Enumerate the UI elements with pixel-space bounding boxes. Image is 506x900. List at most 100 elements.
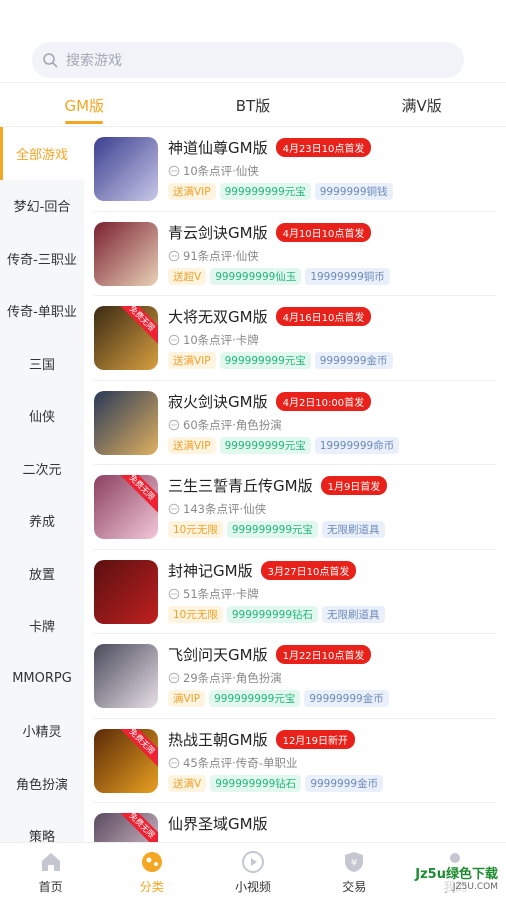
game-meta-text: 91条点评·仙侠 (183, 248, 259, 263)
search-input[interactable]: 搜索游戏 (32, 42, 464, 78)
game-title-row: 寂火剑诀GM版 4月2日10:00首发 (168, 391, 372, 412)
svg-text:¥: ¥ (351, 858, 357, 869)
nav-video[interactable]: 小视频 (202, 843, 303, 900)
search-placeholder: 搜索游戏 (66, 53, 122, 69)
release-badge: 12月19日新开 (275, 729, 356, 749)
divider (0, 82, 506, 83)
comment-icon (168, 250, 180, 261)
sidebar-item[interactable]: MMORPG (0, 652, 84, 705)
game-tag: 999999999仙玉 (210, 267, 302, 285)
game-name: 热战王朝GM版 (168, 730, 268, 749)
game-tag: 9999999铜钱 (314, 183, 393, 200)
game-name: 三生三誓青丘传GM版 (168, 477, 313, 495)
game-tag: 999999999元宝 (209, 690, 301, 707)
game-thumbnail[interactable] (94, 390, 158, 455)
sidebar-item[interactable]: 传奇-单职业 (0, 285, 84, 338)
sidebar-item[interactable]: 卡牌 (0, 600, 84, 653)
game-meta-text: 29条点评·角色扮演 (183, 671, 282, 685)
sidebar-item[interactable]: 养成 (0, 495, 84, 548)
nav-trade[interactable]: ¥ 交易 (304, 843, 405, 900)
game-thumbnail[interactable]: 免费无限 (94, 306, 158, 370)
game-row[interactable]: 免费无限 仙界圣域GM版 (94, 803, 496, 842)
game-tag: 无限刷道具 (322, 605, 385, 623)
watermark-main: Jz5u绿色下载 (415, 867, 498, 882)
sidebar-item[interactable]: 全部游戏 (0, 127, 84, 180)
sidebar-item[interactable]: 传奇-三职业 (0, 232, 84, 285)
release-badge: 4月16日10点首发 (275, 307, 372, 326)
video-icon (242, 850, 264, 873)
release-badge: 3月27日10点首发 (260, 560, 357, 580)
game-meta-text: 10条点评·卡牌 (183, 333, 259, 347)
game-row[interactable]: 飞剑问天GM版 1月22日10点首发 29条点评·角色扮演满VIP 999999999… (94, 634, 496, 719)
sidebar-item[interactable]: 仙侠 (0, 390, 84, 443)
release-badge: 1月9日首发 (320, 476, 388, 495)
nav-category-label: 分类 (139, 879, 164, 894)
game-thumbnail[interactable] (94, 221, 158, 286)
game-row[interactable]: 青云剑诀GM版 4月10日10点首发 91条点评·仙侠 送超V 999999999仙玉 1… (94, 212, 496, 296)
nav-home-label: 首页 (38, 879, 63, 894)
game-thumbnail[interactable] (94, 137, 158, 201)
thumbnail-ribbon: 免费无限 (116, 306, 158, 345)
game-meta: 45条点评·传奇-单职业 (168, 755, 297, 771)
game-tags: 送满VIP 999999999元宝 19999999命币 (168, 436, 400, 454)
game-title-row: 封神记GM版 3月27日10点首发 (168, 560, 357, 581)
game-meta-text: 45条点评·传奇-单职业 (183, 755, 298, 770)
game-tags: 送满VIP 999999999元宝 9999999金币 (168, 352, 393, 369)
game-tag: 满VIP (168, 690, 206, 707)
game-row[interactable]: 免费无限 热战王朝GM版 12月19日新开 45条点评·传奇-单职业送满V 999999… (94, 719, 496, 803)
game-row[interactable]: 免费无限 三生三誓青丘传GM版 1月9日首发 143条点评·仙侠 10元无限 999999… (94, 465, 496, 550)
sidebar-item[interactable]: 角色扮演 (0, 757, 84, 810)
game-title-row: 大将无双GM版 4月16日10点首发 (168, 306, 372, 327)
sidebar-item[interactable]: 梦幻-回合 (0, 180, 84, 233)
game-row[interactable]: 神道仙尊GM版 4月23日10点首发 10条点评·仙侠 送满VIP 999999999元… (94, 127, 496, 212)
game-thumbnail[interactable]: 免费无限 (94, 813, 158, 842)
tab-manv[interactable]: 满V版 (337, 84, 506, 126)
game-tags: 送满V 999999999钻石 9999999金币 (168, 774, 384, 792)
game-thumbnail[interactable] (94, 559, 158, 624)
trade-icon: ¥ (345, 851, 364, 872)
game-meta-text: 143条点评·仙侠 (183, 502, 267, 516)
game-tag: 999999999元宝 (219, 436, 311, 454)
sidebar-item[interactable]: 放置 (0, 547, 84, 600)
thumbnail-ribbon: 免费无限 (116, 813, 158, 842)
comment-icon (168, 419, 180, 430)
watermark-sub: JZ5U.COM (452, 882, 498, 892)
game-thumbnail[interactable]: 免费无限 (94, 728, 158, 793)
watermark: Jz5u绿色下载 JZ5U.COM (413, 863, 500, 892)
search-icon (43, 53, 58, 68)
comment-icon (168, 334, 180, 346)
game-tag: 19999999命币 (314, 436, 400, 454)
game-title-row: 仙界圣域GM版 (168, 813, 268, 834)
nav-home[interactable]: 首页 (0, 843, 101, 900)
game-tags: 送满VIP 999999999元宝 9999999铜钱 (168, 183, 393, 200)
tab-bt[interactable]: BT版 (169, 84, 338, 126)
sidebar-item[interactable]: 二次元 (0, 442, 84, 495)
game-tag: 无限刷道具 (322, 521, 385, 538)
game-title-row: 三生三誓青丘传GM版 1月9日首发 (168, 475, 388, 496)
game-row[interactable]: 封神记GM版 3月27日10点首发 51条点评·卡牌 10元无限 999999999钻石… (94, 550, 496, 634)
game-meta-text: 51条点评·卡牌 (183, 586, 259, 601)
game-tag: 送满V (168, 774, 207, 792)
nav-category[interactable]: 分类 (101, 843, 202, 900)
comment-icon (168, 672, 180, 684)
game-title-row: 飞剑问天GM版 1月22日10点首发 (168, 644, 372, 665)
sidebar-item[interactable]: 小精灵 (0, 705, 84, 758)
game-row[interactable]: 免费无限 大将无双GM版 4月16日10点首发 10条点评·卡牌送满VIP 999999… (94, 296, 496, 381)
game-tag: 999999999元宝 (219, 183, 311, 200)
game-name: 仙界圣域GM版 (168, 815, 268, 833)
comment-icon (168, 588, 180, 599)
game-tag: 送满VIP (168, 183, 216, 200)
game-row[interactable]: 寂火剑诀GM版 4月2日10:00首发 60条点评·角色扮演 送满VIP 9999999… (94, 381, 496, 465)
tab-gm[interactable]: GM版 (0, 84, 169, 126)
game-meta: 10条点评·仙侠 (168, 163, 259, 179)
sidebar-item[interactable]: 三国 (0, 337, 84, 390)
game-meta: 143条点评·仙侠 (168, 501, 266, 517)
game-meta: 51条点评·卡牌 (168, 586, 259, 602)
game-tag: 19999999铜币 (305, 267, 390, 285)
game-thumbnail[interactable]: 免费无限 (94, 475, 158, 539)
sidebar-item[interactable]: 策略 (0, 810, 84, 842)
game-thumbnail[interactable] (94, 644, 158, 708)
thumbnail-ribbon: 免费无限 (116, 728, 158, 767)
category-icon (141, 851, 162, 872)
game-name: 大将无双GM版 (168, 308, 268, 326)
